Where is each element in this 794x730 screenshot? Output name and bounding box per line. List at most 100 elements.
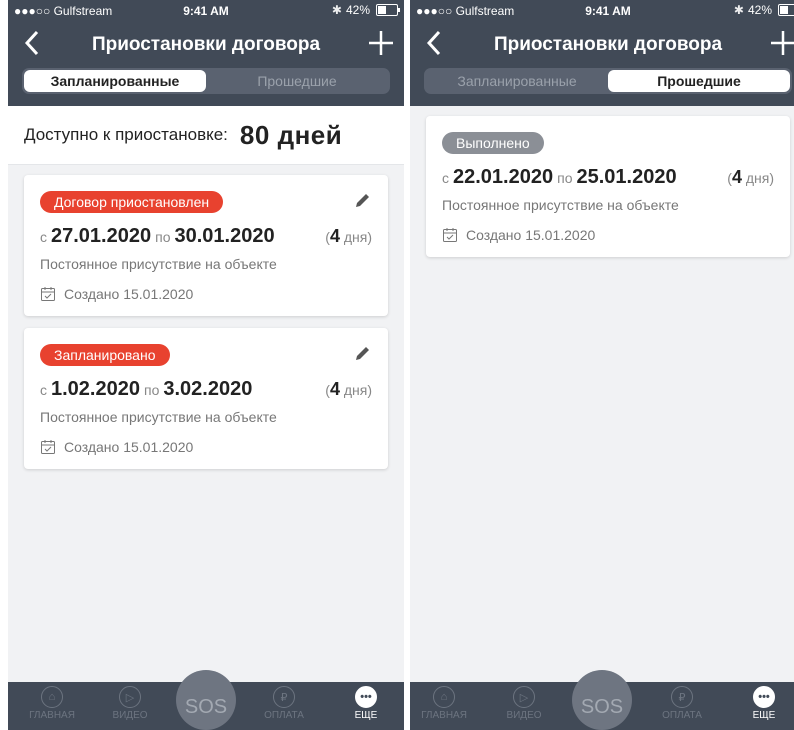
duration-unit: дня — [745, 170, 770, 186]
duration: (4 дня) — [325, 379, 372, 399]
calendar-icon — [41, 440, 55, 454]
battery-icon — [778, 4, 794, 16]
segmented-control-bar: Запланированные Прошедшие — [8, 66, 404, 106]
battery-indicator: ✱ 42% — [331, 3, 400, 17]
battery-percent: 42% — [747, 3, 772, 17]
from-label: с — [40, 229, 47, 245]
play-icon: ▷ — [513, 686, 535, 708]
tab-payment[interactable]: ₽ ОПЛАТА — [254, 686, 314, 721]
tab-past[interactable]: Прошедшие — [608, 70, 790, 92]
ruble-icon: ₽ — [273, 686, 295, 708]
right-screen: ●●●○○ Gulfstream 9:41 AM ✱ 42% Приостано… — [410, 0, 794, 730]
edit-icon[interactable] — [354, 344, 372, 362]
status-badge: Запланировано — [40, 344, 170, 366]
tab-video-label: ВИДЕО — [506, 710, 542, 721]
suspension-list: Выполнено с 22.01.2020 по 25.01.2020 (4 … — [410, 106, 794, 279]
segmented-control-bar: Запланированные Прошедшие — [410, 66, 794, 106]
to-date: 30.01.2020 — [174, 225, 275, 247]
calendar-icon — [443, 228, 457, 242]
date-range: с 1.02.2020 по 3.02.2020 (4 дня) — [40, 378, 372, 401]
duration-unit: дня — [343, 382, 368, 398]
tab-more-label: ЕЩЕ — [752, 710, 776, 721]
battery-percent: 42% — [345, 3, 370, 17]
status-badge: Договор приостановлен — [40, 191, 224, 213]
created-row: Создано 15.01.2020 — [40, 439, 372, 455]
from-label: с — [442, 170, 449, 186]
reason-text: Постоянное присутствие на объекте — [442, 197, 679, 213]
more-icon: ••• — [355, 686, 377, 708]
segmented-control: Запланированные Прошедшие — [424, 68, 792, 94]
tab-home-label: ГЛАВНАЯ — [29, 710, 75, 721]
more-icon: ••• — [753, 686, 775, 708]
duration: (4 дня) — [325, 226, 372, 246]
tab-video-label: ВИДЕО — [112, 710, 148, 721]
suspension-card[interactable]: Договор приостановлен с 27.01.2020 по 30… — [24, 175, 388, 316]
created-date: Создано 15.01.2020 — [64, 439, 194, 455]
status-bar: ●●●○○ Gulfstream 9:41 AM ✱ 42% — [8, 0, 404, 22]
bluetooth-icon: ✱ — [733, 3, 744, 17]
status-bar: ●●●○○ Gulfstream 9:41 AM ✱ 42% — [410, 0, 794, 22]
tab-home-label: ГЛАВНАЯ — [421, 710, 467, 721]
reason-text: Постоянное присутствие на объекте — [40, 409, 277, 425]
suspension-card[interactable]: Запланировано с 1.02.2020 по 3.02.2020 (… — [24, 328, 388, 469]
segmented-control: Запланированные Прошедшие — [22, 68, 390, 94]
duration: (4 дня) — [727, 167, 774, 187]
available-value: 80 дней — [239, 119, 343, 150]
tab-payment-label: ОПЛАТА — [264, 710, 304, 721]
play-icon: ▷ — [119, 686, 141, 708]
edit-icon[interactable] — [354, 191, 372, 209]
battery-indicator: ✱ 42% — [734, 3, 794, 17]
bluetooth-icon: ✱ — [331, 3, 342, 17]
from-date: 22.01.2020 — [453, 166, 554, 188]
tab-more[interactable]: ••• ЕЩЕ — [734, 686, 794, 721]
tab-home[interactable]: ⌂ ГЛАВНАЯ — [22, 686, 82, 721]
to-label: по — [155, 229, 171, 245]
tab-past[interactable]: Прошедшие — [206, 70, 388, 92]
sos-button[interactable]: SOS — [572, 670, 632, 730]
bottom-tab-bar: ⌂ ГЛАВНАЯ ▷ ВИДЕО SOS ₽ ОПЛАТА ••• ЕЩЕ — [410, 670, 794, 730]
from-date: 1.02.2020 — [51, 378, 140, 400]
add-icon[interactable] — [366, 28, 396, 58]
to-date: 3.02.2020 — [163, 378, 253, 400]
add-icon[interactable] — [768, 28, 794, 58]
duration-number: 4 — [731, 167, 742, 187]
duration-number: 4 — [329, 379, 340, 399]
tab-payment[interactable]: ₽ ОПЛАТА — [652, 686, 712, 721]
tab-planned[interactable]: Запланированные — [426, 70, 608, 92]
created-date: Создано 15.01.2020 — [64, 286, 194, 302]
bottom-tab-bar: ⌂ ГЛАВНАЯ ▷ ВИДЕО SOS ₽ ОПЛАТА ••• ЕЩЕ — [8, 670, 404, 730]
page-title: Приостановки договора — [91, 34, 321, 55]
status-badge: Выполнено — [442, 132, 544, 154]
from-date: 27.01.2020 — [51, 225, 152, 247]
duration-unit: дня — [343, 229, 368, 245]
available-days-row: Доступно к приостановке: 80 дней — [8, 106, 404, 165]
nav-bar: Приостановки договора — [8, 22, 404, 66]
home-icon: ⌂ — [41, 686, 63, 708]
duration-number: 4 — [329, 226, 340, 246]
suspension-list: Договор приостановлен с 27.01.2020 по 30… — [8, 165, 404, 491]
created-row: Создано 15.01.2020 — [40, 286, 372, 302]
to-label: по — [557, 170, 573, 186]
reason-text: Постоянное присутствие на объекте — [40, 256, 277, 272]
suspension-card[interactable]: Выполнено с 22.01.2020 по 25.01.2020 (4 … — [426, 116, 790, 257]
date-range: с 22.01.2020 по 25.01.2020 (4 дня) — [442, 166, 774, 189]
tab-more-label: ЕЩЕ — [354, 710, 378, 721]
from-label: с — [40, 382, 47, 398]
tab-planned[interactable]: Запланированные — [24, 70, 206, 92]
nav-bar: Приостановки договора — [410, 22, 794, 66]
created-date: Создано 15.01.2020 — [466, 227, 596, 243]
ruble-icon: ₽ — [671, 686, 693, 708]
left-screen: ●●●○○ Gulfstream 9:41 AM ✱ 42% Приостано… — [8, 0, 404, 730]
tab-video[interactable]: ▷ ВИДЕО — [494, 686, 554, 721]
tab-payment-label: ОПЛАТА — [662, 710, 702, 721]
home-icon: ⌂ — [433, 686, 455, 708]
tab-more[interactable]: ••• ЕЩЕ — [336, 686, 396, 721]
page-title: Приостановки договора — [493, 34, 723, 55]
to-label: по — [143, 382, 160, 398]
sos-button[interactable]: SOS — [176, 670, 236, 730]
tab-home[interactable]: ⌂ ГЛАВНАЯ — [414, 686, 474, 721]
date-range: с 27.01.2020 по 30.01.2020 (4 дня) — [40, 225, 372, 248]
tab-video[interactable]: ▷ ВИДЕО — [100, 686, 160, 721]
calendar-icon — [41, 287, 55, 301]
battery-icon — [376, 4, 400, 16]
